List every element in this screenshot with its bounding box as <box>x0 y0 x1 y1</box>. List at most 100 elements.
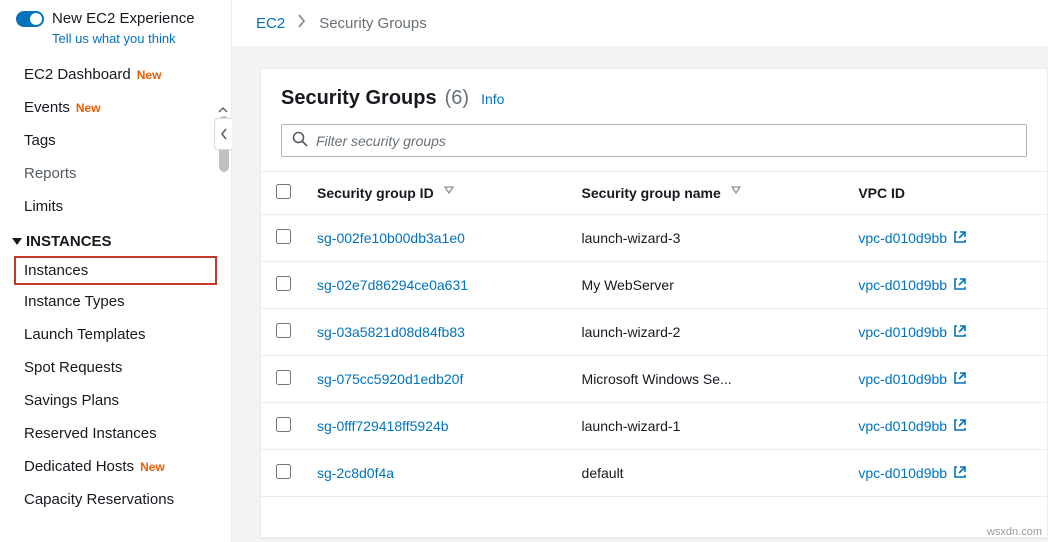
sort-icon <box>444 185 454 201</box>
row-select-cell <box>261 356 305 403</box>
external-link-icon <box>953 418 967 435</box>
breadcrumb-ec2[interactable]: EC2 <box>256 15 285 32</box>
nav-label: Events <box>24 99 70 116</box>
row-checkbox[interactable] <box>276 417 291 432</box>
col-security-group-name[interactable]: Security group name <box>570 172 847 215</box>
nav-events[interactable]: Events New <box>0 91 231 124</box>
chevron-right-icon <box>297 14 307 32</box>
nav-label: Tags <box>24 132 56 149</box>
vpc-link[interactable]: vpc-d010d9bb <box>858 277 1035 294</box>
col-vpc-id[interactable]: VPC ID <box>846 172 1047 215</box>
vpc-id-cell: vpc-d010d9bb <box>846 403 1047 450</box>
nav-label: EC2 Dashboard <box>24 66 131 83</box>
nav-label: Reports <box>24 165 77 182</box>
security-group-id-link[interactable]: sg-02e7d86294ce0a631 <box>305 262 570 309</box>
main-content: EC2 Security Groups Security Groups (6) … <box>232 0 1048 542</box>
security-group-id-link[interactable]: sg-0fff729418ff5924b <box>305 403 570 450</box>
nav-label: Launch Templates <box>24 326 145 343</box>
scroll-up-icon[interactable] <box>218 102 228 112</box>
filter-row <box>261 124 1047 171</box>
security-group-name-cell: My WebServer <box>570 262 847 309</box>
panel-count: (6) <box>445 87 469 110</box>
security-group-id-link[interactable]: sg-03a5821d08d84fb83 <box>305 309 570 356</box>
experience-title: New EC2 Experience <box>52 10 195 27</box>
vpc-link[interactable]: vpc-d010d9bb <box>858 371 1035 388</box>
feedback-link[interactable]: Tell us what you think <box>0 31 231 58</box>
new-badge: New <box>137 68 162 82</box>
filter-box[interactable] <box>281 124 1027 157</box>
security-group-name-cell: launch-wizard-3 <box>570 215 847 262</box>
security-group-name-cell: launch-wizard-2 <box>570 309 847 356</box>
security-groups-table: Security group ID Security group name VP… <box>261 171 1047 497</box>
select-all-checkbox[interactable] <box>276 184 291 199</box>
col-label: Security group name <box>582 185 721 201</box>
nav-label: Reserved Instances <box>24 425 157 442</box>
security-group-id-link[interactable]: sg-2c8d0f4a <box>305 450 570 497</box>
nav-instance-types[interactable]: Instance Types <box>0 285 231 318</box>
row-checkbox[interactable] <box>276 229 291 244</box>
nav-ec2-dashboard[interactable]: EC2 Dashboard New <box>0 58 231 91</box>
row-select-cell <box>261 262 305 309</box>
vpc-id-cell: vpc-d010d9bb <box>846 356 1047 403</box>
col-label: Security group ID <box>317 185 434 201</box>
search-icon <box>292 131 308 150</box>
section-instances-header[interactable]: INSTANCES <box>0 223 231 256</box>
col-label: VPC ID <box>858 185 905 201</box>
new-badge: New <box>76 101 101 115</box>
security-group-id-link[interactable]: sg-002fe10b00db3a1e0 <box>305 215 570 262</box>
new-experience-toggle[interactable] <box>16 11 44 27</box>
nav-reports[interactable]: Reports <box>0 157 231 190</box>
security-group-name-cell: default <box>570 450 847 497</box>
row-checkbox[interactable] <box>276 323 291 338</box>
panel-header: Security Groups (6) Info <box>261 69 1047 124</box>
nav-label: Savings Plans <box>24 392 119 409</box>
filter-input[interactable] <box>316 133 1016 149</box>
vpc-link[interactable]: vpc-d010d9bb <box>858 418 1035 435</box>
row-select-cell <box>261 403 305 450</box>
nav-savings-plans[interactable]: Savings Plans <box>0 384 231 417</box>
vpc-link[interactable]: vpc-d010d9bb <box>858 230 1035 247</box>
breadcrumb: EC2 Security Groups <box>232 0 1048 46</box>
row-checkbox[interactable] <box>276 276 291 291</box>
info-link[interactable]: Info <box>481 91 504 107</box>
row-checkbox[interactable] <box>276 370 291 385</box>
sidebar-header: New EC2 Experience <box>0 0 231 31</box>
col-security-group-id[interactable]: Security group ID <box>305 172 570 215</box>
security-group-id-link[interactable]: sg-075cc5920d1edb20f <box>305 356 570 403</box>
table-row: sg-002fe10b00db3a1e0launch-wizard-3 vpc-d… <box>261 215 1047 262</box>
nav-label: Dedicated Hosts <box>24 458 134 475</box>
nav-capacity-reservations[interactable]: Capacity Reservations <box>0 483 231 516</box>
vpc-link[interactable]: vpc-d010d9bb <box>858 324 1035 341</box>
external-link-icon <box>953 277 967 294</box>
nav-instances[interactable]: Instances <box>14 256 217 285</box>
breadcrumb-current: Security Groups <box>319 15 427 32</box>
select-all-header <box>261 172 305 215</box>
vpc-id-cell: vpc-d010d9bb <box>846 262 1047 309</box>
row-select-cell <box>261 450 305 497</box>
nav-launch-templates[interactable]: Launch Templates <box>0 318 231 351</box>
external-link-icon <box>953 324 967 341</box>
watermark: wsxdn.com <box>987 526 1042 538</box>
nav-label: Instance Types <box>24 293 125 310</box>
caret-down-icon <box>12 238 22 245</box>
nav-dedicated-hosts[interactable]: Dedicated Hosts New <box>0 450 231 483</box>
table-row: sg-2c8d0f4adefault vpc-d010d9bb <box>261 450 1047 497</box>
vpc-link[interactable]: vpc-d010d9bb <box>858 465 1035 482</box>
nav-spot-requests[interactable]: Spot Requests <box>0 351 231 384</box>
sort-icon <box>731 185 741 201</box>
sidebar-scroll-area: EC2 Dashboard New Events New Tags Report… <box>0 58 231 542</box>
nav-label: Spot Requests <box>24 359 122 376</box>
vpc-id-cell: vpc-d010d9bb <box>846 450 1047 497</box>
table-row: sg-0fff729418ff5924blaunch-wizard-1vpc-d… <box>261 403 1047 450</box>
external-link-icon <box>953 371 967 388</box>
row-checkbox[interactable] <box>276 464 291 479</box>
vpc-id-cell: vpc-d010d9bb <box>846 309 1047 356</box>
section-label: INSTANCES <box>26 233 112 250</box>
nav-label: Instances <box>24 262 88 279</box>
nav-tags[interactable]: Tags <box>0 124 231 157</box>
nav-limits[interactable]: Limits <box>0 190 231 223</box>
sidebar-collapse-handle[interactable] <box>214 118 232 150</box>
nav-reserved-instances[interactable]: Reserved Instances <box>0 417 231 450</box>
row-select-cell <box>261 309 305 356</box>
content-area: Security Groups (6) Info Securit <box>232 46 1048 542</box>
